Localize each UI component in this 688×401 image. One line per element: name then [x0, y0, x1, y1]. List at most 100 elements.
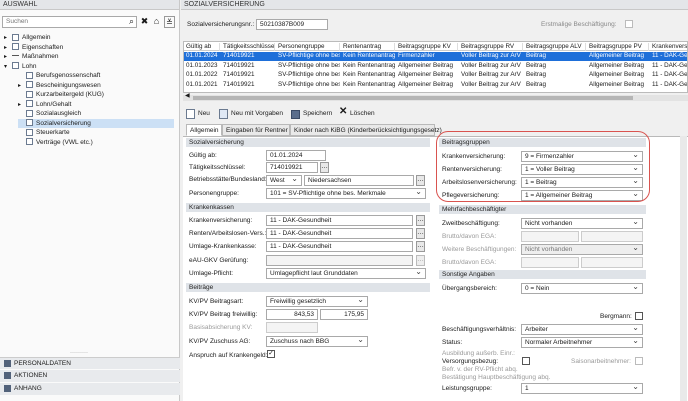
- tab-allgemein[interactable]: Allgemein: [186, 124, 222, 136]
- kk-rv-lookup-button[interactable]: …: [416, 228, 425, 239]
- saison-checkbox[interactable]: [635, 357, 643, 365]
- kk-umlage-field[interactable]: 11 - DAK-Gesundheit: [266, 241, 413, 252]
- table-row[interactable]: 01.01.2023 714019921 SV-Pflichtige ohne be…: [184, 61, 687, 71]
- bestaetigung-label: Bestätigung Hauptbeschäftigung abq.: [442, 374, 551, 381]
- tree-item[interactable]: Steuerkarte: [18, 128, 174, 137]
- brutto1-field[interactable]: [521, 231, 579, 242]
- leistungsgruppe-label: Leistungsgruppe:: [442, 385, 492, 392]
- neu-mit-vorgaben-button[interactable]: Neu mit Vorgaben: [231, 109, 283, 119]
- speichern-button[interactable]: Speichern: [303, 109, 332, 119]
- section-anhang[interactable]: ANHANG: [0, 383, 180, 395]
- home-icon[interactable]: ⌂: [151, 16, 162, 28]
- tree-item[interactable]: ▸ Bescheinigungswesen: [18, 81, 174, 90]
- krankengeld-checkbox[interactable]: ✓: [267, 350, 275, 358]
- tab-kinder[interactable]: Kinder nach KiBG (Kinderberücksichtigung…: [290, 124, 442, 136]
- umlagepflicht-select[interactable]: Umlagepflicht laut Grunddaten: [266, 268, 426, 279]
- grid-column-header[interactable]: Gültig ab: [186, 43, 220, 51]
- eau-field[interactable]: [266, 255, 413, 266]
- tree-item[interactable]: Sozialversicherung: [18, 118, 174, 128]
- section-aktionen[interactable]: AKTIONEN: [0, 370, 180, 382]
- kk-rv-field[interactable]: 11 - DAK-Gesundheit: [266, 228, 413, 239]
- leistungsgruppe-select[interactable]: 1: [521, 383, 643, 394]
- beitrag-pv-field[interactable]: 175,95: [320, 309, 368, 320]
- grid-column-header[interactable]: Tätigkeitsschlüssel: [223, 43, 275, 51]
- bv-select[interactable]: Arbeiter: [521, 324, 643, 335]
- clear-filter-icon[interactable]: ✖: [139, 16, 150, 28]
- table-cell: 714019921: [223, 52, 255, 59]
- grid-column-header[interactable]: Beitragsgruppe RV: [461, 43, 523, 51]
- section-personaldaten[interactable]: PERSONALDATEN: [0, 357, 180, 369]
- betriebsstaette-lookup-button[interactable]: …: [416, 175, 425, 186]
- betriebsstaette-select[interactable]: West: [266, 175, 302, 186]
- bundesland-field[interactable]: Niedersachsen: [304, 175, 414, 186]
- collapse-icon[interactable]: ▾: [4, 63, 12, 72]
- grid-column-header[interactable]: Personengruppe: [278, 43, 340, 51]
- basisabsicherung-field[interactable]: [266, 322, 318, 333]
- table-cell: Allgemeiner Beitrag: [398, 80, 453, 88]
- table-cell: 714019921: [223, 80, 255, 88]
- weitere-select[interactable]: Nicht vorhanden: [521, 244, 643, 255]
- bergmann-checkbox[interactable]: [635, 312, 643, 320]
- tree-item-label: Bescheinigungswesen: [36, 81, 101, 89]
- loeschen-button[interactable]: Löschen: [350, 109, 375, 119]
- beitrag-kv-field[interactable]: 843,53: [266, 309, 318, 320]
- search-icon[interactable]: ⌕: [129, 16, 134, 27]
- gueltig-field[interactable]: 01.01.2024: [266, 150, 326, 161]
- tree-item[interactable]: Verträge (VWL etc.): [18, 138, 174, 147]
- table-cell: 01.01.2021: [186, 80, 218, 88]
- table-row[interactable]: 01.01.2021 714019921 SV-Pflichtige ohne be…: [184, 80, 688, 90]
- tree-item[interactable]: ▸ Allgemein: [4, 33, 174, 42]
- table-row[interactable]: 01.01.2024 714019921 SV-Pflichtige ohne be…: [184, 52, 687, 61]
- grid-column-header[interactable]: Beitragsgruppe ALV: [526, 43, 586, 51]
- erstmalige-checkbox[interactable]: [625, 20, 633, 28]
- svnr-field[interactable]: 50210387B009: [256, 19, 328, 30]
- splitter-handle[interactable]: ·········: [70, 350, 88, 356]
- tree-item[interactable]: Berufsgenossenschaft: [18, 71, 174, 80]
- grid-column-header[interactable]: Beitragsgruppe PV: [589, 43, 649, 51]
- zuschuss-select[interactable]: Zuschuss nach BBG: [266, 336, 368, 347]
- ega1-field[interactable]: [581, 231, 643, 242]
- tree-item[interactable]: ▸ Maßnahmen: [4, 52, 174, 61]
- tree-item[interactable]: ▸ Lohn/Gehalt: [18, 100, 174, 109]
- grid-column-header[interactable]: Rentenantrag: [343, 43, 395, 51]
- tree-item[interactable]: Sozialausgleich: [18, 109, 174, 118]
- eau-lookup-button[interactable]: …: [416, 255, 425, 266]
- document-icon: [26, 90, 33, 98]
- brutto2-label: Brutto/davon EGA:: [442, 259, 497, 266]
- scroll-thumb[interactable]: [193, 96, 633, 100]
- tab-rentner[interactable]: Eingaben für Rentner: [222, 124, 290, 136]
- beitragsart-select[interactable]: Freiwillig gesetzlich: [266, 296, 368, 307]
- tree-item-label: Eigenschaften: [22, 43, 64, 51]
- form-scrollbar[interactable]: [680, 136, 687, 401]
- table-row[interactable]: 01.01.2022 714019921 SV-Pflichtige ohne be…: [184, 71, 687, 80]
- zuschuss-label: KV/PV Zuschuss AG:: [189, 338, 251, 345]
- search-input[interactable]: Suchen: [6, 18, 28, 25]
- versorgung-checkbox[interactable]: [522, 357, 530, 365]
- kk-kv-lookup-button[interactable]: …: [416, 215, 425, 226]
- status-select[interactable]: Normaler Arbeitnehmer: [521, 337, 643, 348]
- table-cell: 714019921: [223, 61, 255, 69]
- zweit-select[interactable]: Nicht vorhanden: [521, 218, 643, 229]
- scroll-left-icon[interactable]: ◀: [185, 92, 190, 99]
- taetigkeit-field[interactable]: 714019921: [266, 162, 318, 173]
- uebergang-select[interactable]: 0 = Nein: [521, 283, 643, 294]
- tree-item[interactable]: Kurzarbeitergeld (KUG): [18, 90, 174, 99]
- kk-umlage-lookup-button[interactable]: …: [416, 241, 425, 252]
- table-cell: 11 - DAK-Gesun: [652, 80, 688, 88]
- search-box[interactable]: Suchen ⌕: [2, 16, 137, 28]
- kk-umlage-label: Umlage-Krankenkasse:: [189, 243, 257, 250]
- neu-button[interactable]: Neu: [198, 109, 210, 119]
- taetigkeit-lookup-button[interactable]: …: [320, 162, 329, 173]
- kk-kv-field[interactable]: 11 - DAK-Gesundheit: [266, 215, 413, 226]
- collapse-all-icon[interactable]: ≚: [164, 16, 175, 28]
- grid-scrollbar[interactable]: ◀: [183, 92, 688, 101]
- brutto2-field[interactable]: [521, 257, 579, 268]
- grid-column-header[interactable]: Beitragsgruppe KV: [398, 43, 458, 51]
- status-label: Status:: [442, 339, 463, 346]
- personengruppe-select[interactable]: 101 = SV-Pflichtige ohne bes. Merkmale: [266, 188, 426, 199]
- selection-panel: AUSWAHL Suchen ⌕ ✖ ⌂ ≚ ▸ Allgemein ▸ Eigens…: [0, 0, 180, 401]
- grid-column-header[interactable]: Krankenvers: [652, 43, 687, 51]
- ega2-field[interactable]: [581, 257, 643, 268]
- tree-item[interactable]: ▸ Eigenschaften: [4, 43, 174, 52]
- tree-item[interactable]: ▾ Lohn: [4, 62, 174, 71]
